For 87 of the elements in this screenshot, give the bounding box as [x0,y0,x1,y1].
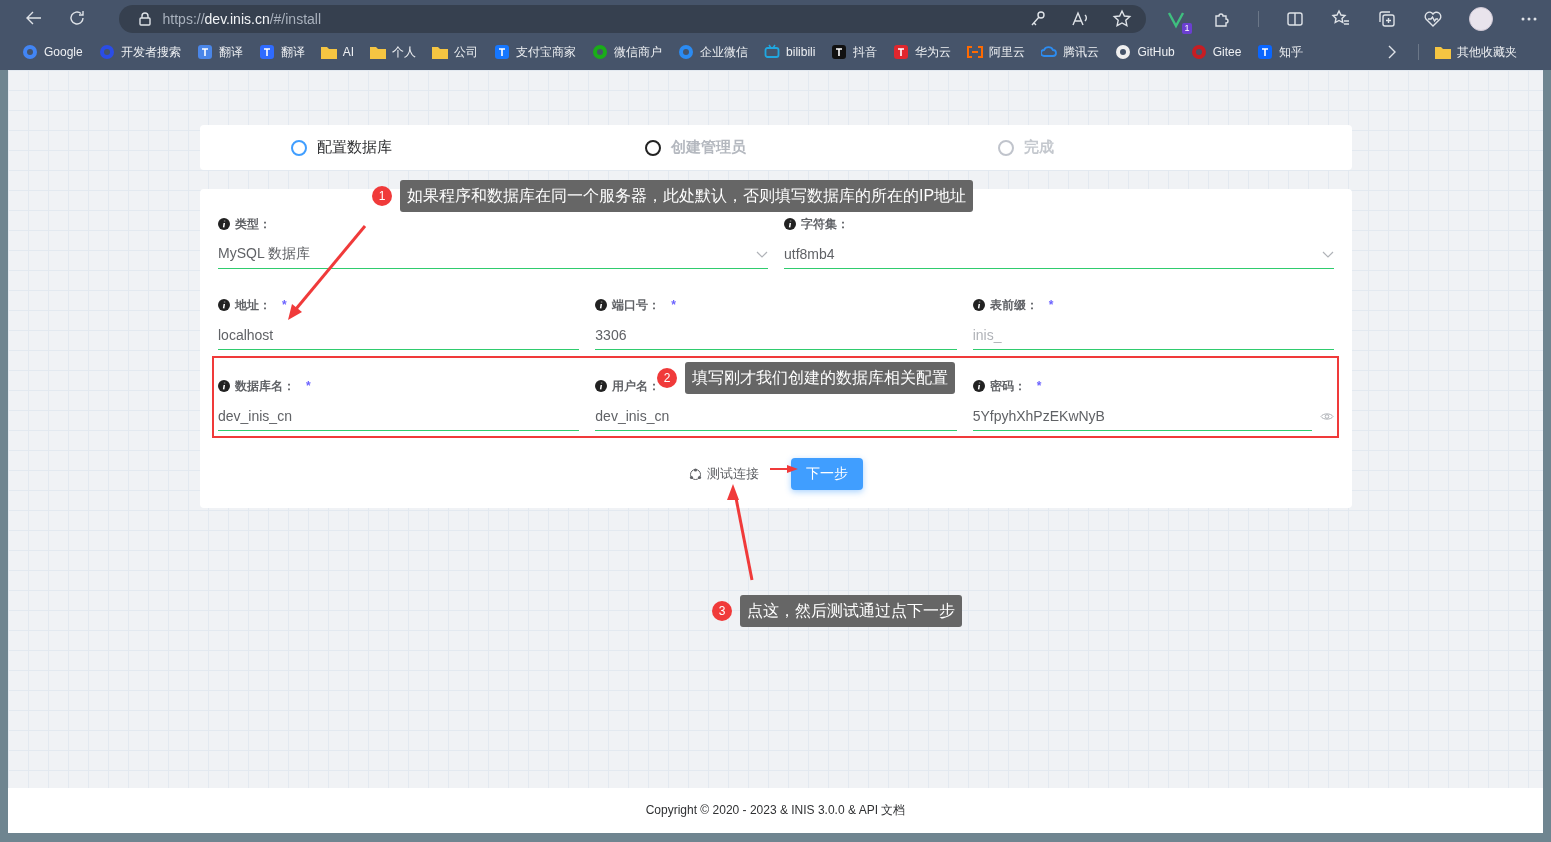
callout-text: 填写刚才我们创建的数据库相关配置 [685,362,955,394]
lock-icon [138,12,151,26]
required-mark: * [1048,298,1054,312]
folder-icon [370,45,387,59]
avatar[interactable] [1469,7,1493,31]
required-mark: * [671,298,676,312]
url-text: https://dev.inis.cn/#/install [162,11,322,27]
site-icon [494,44,511,60]
bookmark-link[interactable]: 个人 [392,43,417,61]
bookmark-link[interactable]: 公司 [454,43,479,61]
bookmark-link[interactable]: 翻译 [280,43,305,61]
info-icon [595,299,608,311]
info-icon [218,380,230,392]
chevron-down-icon [1322,250,1334,258]
info-icon [972,380,985,392]
bookmark-link[interactable]: 腾讯云 [1063,43,1100,61]
step-label: 完成 [1024,138,1055,157]
bookmark-link[interactable]: 翻译 [218,43,243,61]
site-icon [196,44,213,60]
callout-text: 点这，然后测试通过点下一步 [740,595,962,627]
connection-icon [689,467,702,481]
field-label: 端口号： [612,296,661,314]
field-label: 密码： [989,377,1026,395]
site-icon [893,44,910,60]
input-field[interactable]: 3306 [595,327,957,343]
step-label: 配置数据库 [317,138,392,157]
select-field[interactable]: MySQL 数据库 [218,246,756,262]
site-icon [592,44,609,60]
site-icon [1190,44,1207,60]
bookmark-link[interactable]: 阿里云 [989,43,1026,61]
site-icon [98,44,115,60]
folder-icon [1435,45,1451,59]
site-icon [1257,44,1274,60]
bookmark-link[interactable]: bilibili [786,45,816,59]
arrow [769,465,798,473]
count-badge: 1 [1182,23,1192,34]
bookmark-link[interactable]: 华为云 [915,43,952,61]
step-label: 创建管理员 [670,138,746,157]
password-field[interactable]: 5YfpyhXhPzEKwNyB [972,408,1312,424]
field-label: 字符集： [801,215,849,233]
bookmark-link[interactable]: 支付宝商家 [516,43,577,61]
split-screen-icon[interactable] [1285,9,1305,29]
bookmark-link[interactable]: 其他收藏夹 [1457,43,1517,61]
bookmark-link[interactable]: 知乎 [1279,43,1304,61]
site-icon [967,44,984,60]
info-icon [595,380,608,392]
bookmark-link[interactable]: AI [342,45,355,59]
field-label: 表前缀： [989,296,1038,314]
required-mark: * [306,379,311,393]
collections-icon[interactable] [1377,9,1397,29]
site-icon [1041,44,1058,60]
address-bar[interactable]: https://dev.inis.cn/#/install [118,5,1146,33]
field-label: 数据库名： [235,377,295,395]
bookmark-link[interactable]: 开发者搜索 [120,43,181,61]
bookmark-link[interactable]: GitHub [1137,45,1175,59]
info-icon [218,218,230,230]
site-icon [22,44,38,60]
info-icon [218,299,230,311]
bookmark-link[interactable]: Google [44,45,83,59]
folder-icon [320,45,337,59]
site-icon [831,44,848,60]
field-label: 类型： [235,215,271,233]
test-connection-button[interactable]: 测试连接 [689,465,759,483]
required-mark: * [1036,379,1042,393]
site-icon [258,44,275,60]
site-icon [678,44,695,60]
info-icon [784,218,796,230]
folder-icon [432,45,449,59]
info-icon [972,299,985,311]
bookmark-link[interactable]: 企业微信 [700,43,749,61]
health-icon[interactable] [1423,9,1443,29]
input-field[interactable]: dev_inis_cn [218,408,580,424]
bookmark-link[interactable]: Gitee [1212,45,1242,59]
field-label: 地址： [235,296,271,314]
bookmark-link[interactable]: 抖音 [853,43,878,61]
copyright-text: Copyright © 2020 - 2023 & INIS 3.0.0 & API 文档 [645,802,906,819]
callout-text: 如果程序和数据库在同一个服务器，此处默认，否则填写数据库的所在的IP地址 [400,180,974,212]
input-field[interactable]: dev_inis_cn [595,408,957,424]
input-field[interactable]: inis_ [972,327,1334,343]
select-field[interactable]: utf8mb4 [784,246,1322,262]
site-icon [1115,44,1132,60]
input-field[interactable]: localhost [218,327,580,343]
star-icon[interactable] [1112,9,1132,29]
bookmark-link[interactable]: 微信商户 [614,43,663,61]
required-mark: * [282,298,287,312]
chevron-down-icon [756,250,768,258]
site-icon [764,44,781,60]
